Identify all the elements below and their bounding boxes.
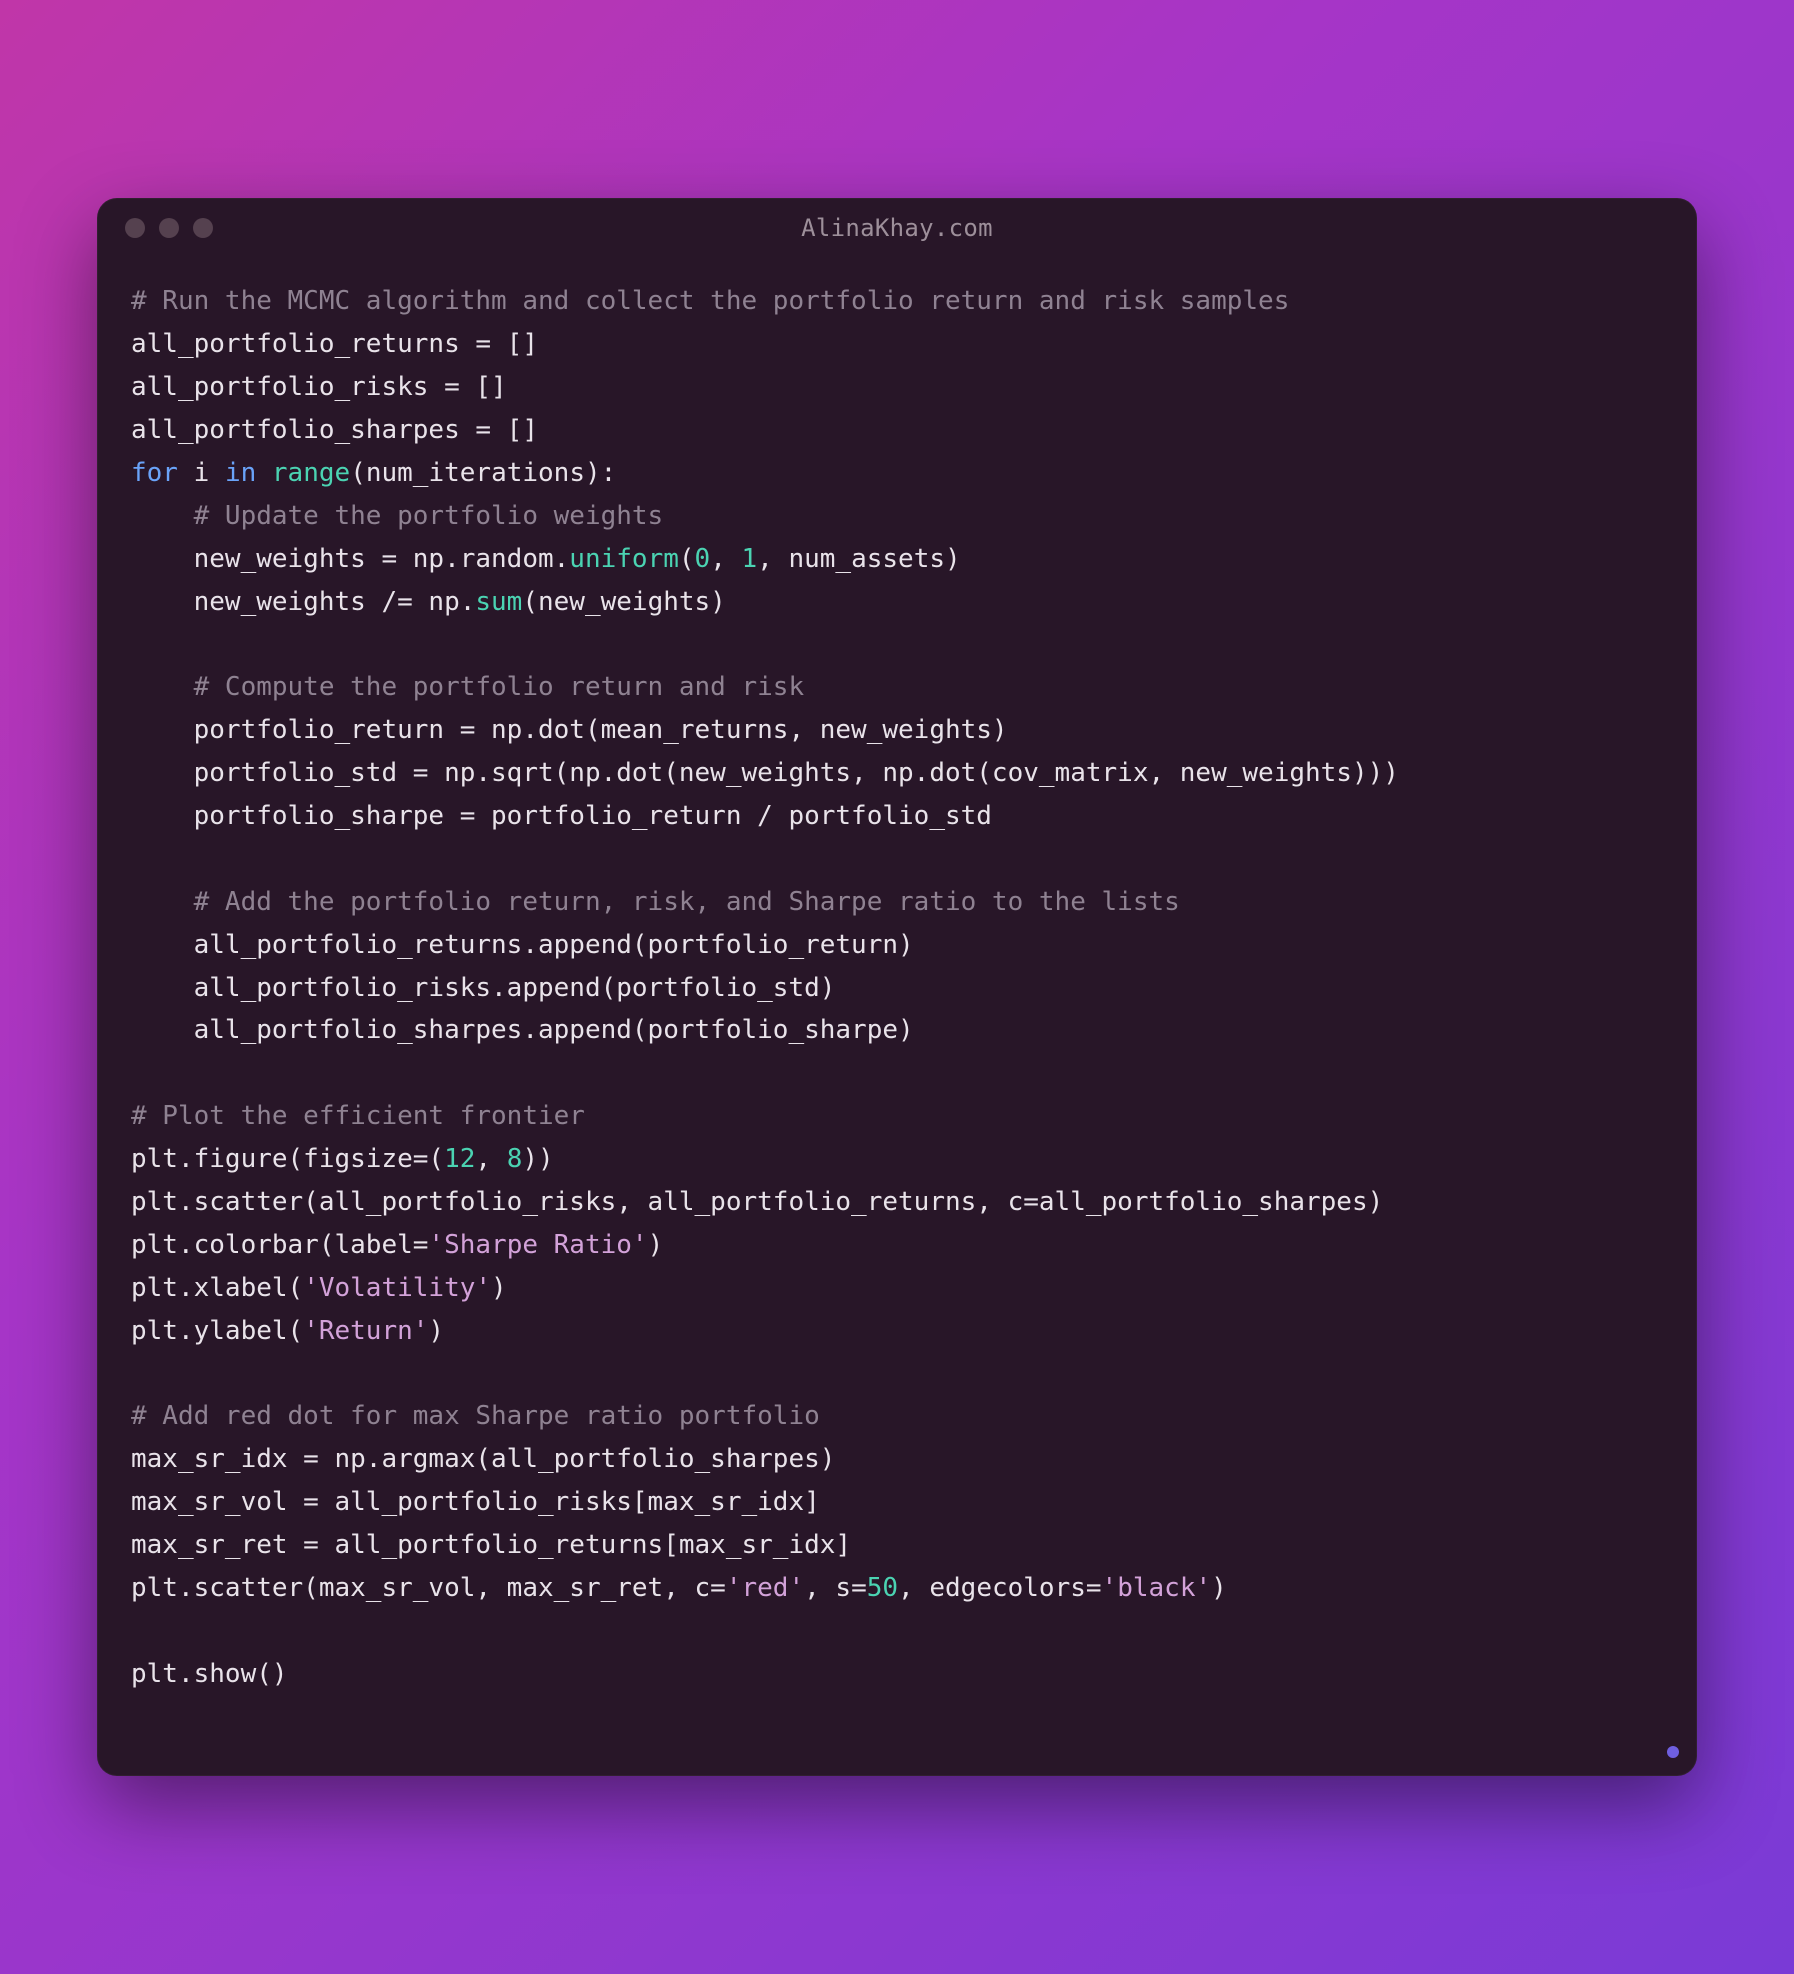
- code-text: ): [648, 1230, 664, 1260]
- code-text: , edgecolors=: [898, 1573, 1102, 1603]
- close-icon[interactable]: [125, 218, 145, 238]
- code-line: all_portfolio_sharpes = []: [131, 415, 538, 445]
- window-title: AlinaKhay.com: [97, 214, 1697, 242]
- code-text: new_weights /= np.: [131, 587, 475, 617]
- code-line: portfolio_return = np.dot(mean_returns, …: [131, 715, 1008, 745]
- number: 0: [695, 544, 711, 574]
- code-line: max_sr_vol = all_portfolio_risks[max_sr_…: [131, 1487, 820, 1517]
- code-text: [256, 458, 272, 488]
- code-line: plt.show(): [131, 1659, 288, 1689]
- keyword-for: for: [131, 458, 178, 488]
- titlebar: AlinaKhay.com: [97, 198, 1697, 258]
- code-text: ): [428, 1316, 444, 1346]
- code-window: AlinaKhay.com # Run the MCMC algorithm a…: [97, 198, 1697, 1775]
- resize-handle-icon[interactable]: [1667, 1746, 1679, 1758]
- code-text: ): [1211, 1573, 1227, 1603]
- fn-uniform: uniform: [569, 544, 679, 574]
- comment: # Add the portfolio return, risk, and Sh…: [131, 887, 1180, 917]
- string: 'red': [726, 1573, 804, 1603]
- code-text: i: [178, 458, 225, 488]
- string: 'Volatility': [303, 1273, 491, 1303]
- maximize-icon[interactable]: [193, 218, 213, 238]
- code-text: ,: [710, 544, 741, 574]
- comment: # Compute the portfolio return and risk: [131, 672, 804, 702]
- code-block: # Run the MCMC algorithm and collect the…: [97, 258, 1697, 1775]
- keyword-in: in: [225, 458, 256, 488]
- code-text: (: [679, 544, 695, 574]
- code-text: plt.ylabel(: [131, 1316, 303, 1346]
- code-text: plt.colorbar(label=: [131, 1230, 428, 1260]
- code-line: all_portfolio_returns = []: [131, 329, 538, 359]
- comment: # Update the portfolio weights: [131, 501, 663, 531]
- code-text: (new_weights): [522, 587, 726, 617]
- code-text: plt.xlabel(: [131, 1273, 303, 1303]
- number: 12: [444, 1144, 475, 1174]
- number: 50: [867, 1573, 898, 1603]
- number: 1: [742, 544, 758, 574]
- code-text: ,: [475, 1144, 506, 1174]
- string: 'Return': [303, 1316, 428, 1346]
- code-text: , s=: [804, 1573, 867, 1603]
- fn-sum: sum: [475, 587, 522, 617]
- code-line: portfolio_sharpe = portfolio_return / po…: [131, 801, 992, 831]
- code-line: all_portfolio_returns.append(portfolio_r…: [131, 930, 914, 960]
- traffic-lights: [125, 218, 213, 238]
- code-line: all_portfolio_risks.append(portfolio_std…: [131, 973, 835, 1003]
- code-text: , num_assets): [757, 544, 961, 574]
- code-text: plt.figure(figsize=(: [131, 1144, 444, 1174]
- code-line: all_portfolio_risks = []: [131, 372, 507, 402]
- code-line: max_sr_idx = np.argmax(all_portfolio_sha…: [131, 1444, 835, 1474]
- comment: # Add red dot for max Sharpe ratio portf…: [131, 1401, 820, 1431]
- minimize-icon[interactable]: [159, 218, 179, 238]
- string: 'black': [1102, 1573, 1212, 1603]
- code-text: plt.scatter(max_sr_vol, max_sr_ret, c=: [131, 1573, 726, 1603]
- code-line: max_sr_ret = all_portfolio_returns[max_s…: [131, 1530, 851, 1560]
- code-text: )): [522, 1144, 553, 1174]
- number: 8: [507, 1144, 523, 1174]
- code-text: (num_iterations):: [350, 458, 616, 488]
- code-text: ): [491, 1273, 507, 1303]
- code-text: new_weights = np.random.: [131, 544, 569, 574]
- code-line: plt.scatter(all_portfolio_risks, all_por…: [131, 1187, 1383, 1217]
- comment: # Run the MCMC algorithm and collect the…: [131, 286, 1289, 316]
- code-line: portfolio_std = np.sqrt(np.dot(new_weigh…: [131, 758, 1399, 788]
- comment: # Plot the efficient frontier: [131, 1101, 585, 1131]
- builtin-range: range: [272, 458, 350, 488]
- string: 'Sharpe Ratio': [428, 1230, 647, 1260]
- code-line: all_portfolio_sharpes.append(portfolio_s…: [131, 1015, 914, 1045]
